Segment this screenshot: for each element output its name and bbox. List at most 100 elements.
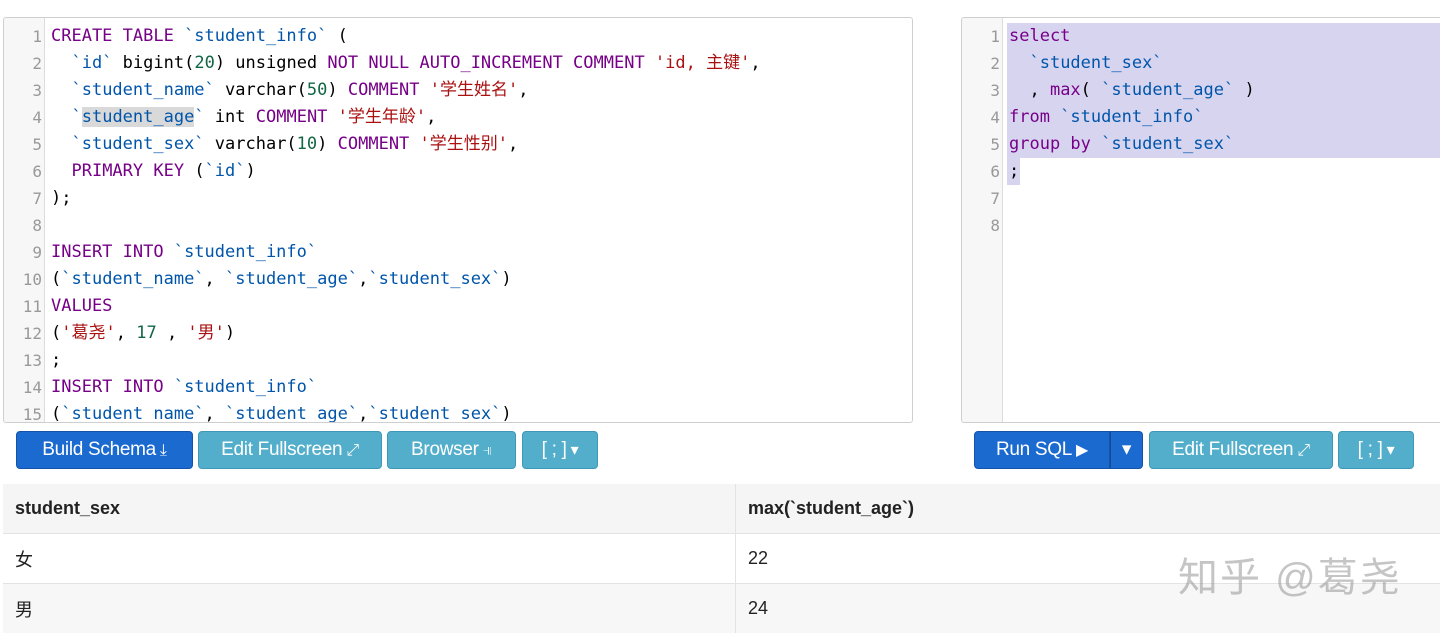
code-token: NOT NULL AUTO_INCREMENT COMMENT: [327, 53, 655, 73]
code-token: bigint(: [112, 53, 194, 73]
code-token: int: [205, 107, 256, 127]
code-token: 'id, 主键': [655, 53, 750, 73]
code-token: 17: [136, 323, 156, 343]
code-token: `student_name`: [71, 80, 214, 100]
code-line: 7: [962, 185, 1440, 212]
line-number: 13: [4, 347, 42, 374]
code-token: ): [246, 161, 256, 181]
run-sql-dropdown-button[interactable]: ▾: [1110, 431, 1143, 469]
code-token: select: [1009, 26, 1070, 46]
code-token: 10: [297, 134, 317, 154]
code-line: 14INSERT INTO `student_info`: [4, 374, 912, 401]
line-number: 1: [962, 23, 1000, 50]
delimiter-dropdown-button-2[interactable]: [ ; ]▾: [1338, 431, 1414, 469]
code-line: 4 `student_age` int COMMENT '学生年龄',: [4, 104, 912, 131]
code-token: varchar(: [205, 134, 297, 154]
code-token: `student_age`: [225, 269, 358, 289]
code-line: 2 `id` bigint(20) unsigned NOT NULL AUTO…: [4, 50, 912, 77]
code-line: 1 select: [962, 23, 1440, 50]
code-token: group by: [1009, 134, 1101, 154]
code-token: 20: [194, 53, 214, 73]
code-line: 2 `student_sex`: [962, 50, 1440, 77]
line-number: 14: [4, 374, 42, 401]
code-text: `id` bigint(20) unsigned NOT NULL AUTO_I…: [51, 50, 761, 77]
schema-editor[interactable]: 1 CREATE TABLE `student_info` (2 `id` big…: [3, 17, 913, 423]
code-token: `student_sex`: [1029, 53, 1162, 73]
line-number: 8: [962, 212, 1000, 239]
code-token: ,: [426, 107, 436, 127]
edit-fullscreen-button-2[interactable]: Edit Fullscreen⤢: [1149, 431, 1333, 469]
code-line: 3 `student_name` varchar(50) COMMENT '学生…: [4, 77, 912, 104]
run-sql-button[interactable]: Run SQL▶: [974, 431, 1110, 469]
build-schema-button[interactable]: Build Schema⤓: [16, 431, 193, 469]
code-token: `id`: [71, 53, 112, 73]
code-token: ,: [358, 269, 368, 289]
line-number: 7: [962, 185, 1000, 212]
line-number: 10: [4, 266, 42, 293]
code-token: '学生年龄': [338, 107, 426, 127]
code-token: `: [71, 107, 81, 127]
line-number: 15: [4, 401, 42, 423]
code-line: 9INSERT INTO `student_info`: [4, 239, 912, 266]
code-token: );: [51, 188, 71, 208]
table-cell: 女: [3, 534, 736, 584]
code-line: 7);: [4, 185, 912, 212]
code-token: ): [225, 323, 235, 343]
code-token: `student_info`: [1060, 107, 1203, 127]
code-token: `student_age`: [225, 404, 358, 423]
code-token: `student_info`: [184, 26, 327, 46]
code-token: (: [327, 26, 347, 46]
code-text: PRIMARY KEY (`id`): [51, 158, 256, 185]
code-token: `student_sex`: [368, 269, 501, 289]
play-icon: ▶: [1076, 442, 1088, 459]
code-token: `id`: [205, 161, 246, 181]
edit-fullscreen-button[interactable]: Edit Fullscreen⤢: [198, 431, 382, 469]
line-number: 3: [962, 77, 1000, 104]
code-text: CREATE TABLE `student_info` (: [51, 23, 348, 50]
line-number: 11: [4, 293, 42, 320]
code-lines: 1select2 `student_sex`3 , max( `student_…: [962, 23, 1440, 239]
code-token: CREATE TABLE: [51, 26, 184, 46]
code-token: '男': [187, 323, 224, 343]
code-token: varchar(: [215, 80, 307, 100]
code-token: ;: [1009, 161, 1019, 181]
code-token: VALUES: [51, 296, 112, 316]
code-line: 5 `student_sex` varchar(10) COMMENT '学生性…: [4, 131, 912, 158]
code-text: );: [51, 185, 71, 212]
table-cell: 男: [3, 584, 736, 633]
download-icon: ⤓: [160, 442, 167, 459]
caret-down-icon: ▾: [1122, 439, 1131, 460]
code-token: `student_sex`: [368, 404, 501, 423]
code-token: (: [1081, 80, 1101, 100]
browser-button[interactable]: Browser⫣: [387, 431, 516, 469]
code-token: INSERT INTO: [51, 377, 174, 397]
code-text: INSERT INTO `student_info`: [51, 239, 317, 266]
column-header: max(`student_age`): [736, 484, 1440, 534]
query-editor[interactable]: 1select2 `student_sex`3 , max( `student_…: [961, 17, 1440, 423]
watermark: 知乎 @葛尧: [1178, 545, 1402, 603]
code-text: (`student_name`, `student_age`,`student_…: [51, 401, 512, 423]
code-token: [51, 161, 71, 181]
line-number: 3: [4, 77, 42, 104]
code-token: ): [501, 269, 511, 289]
edit-fullscreen-label: Edit Fullscreen: [221, 439, 342, 460]
code-token: ,: [518, 80, 528, 100]
code-token: (: [51, 323, 61, 343]
code-line: 6 PRIMARY KEY (`id`): [4, 158, 912, 185]
code-lines: 1 CREATE TABLE `student_info` (2 `id` big…: [4, 23, 912, 423]
line-number: 2: [962, 50, 1000, 77]
code-token: from: [1009, 107, 1060, 127]
browser-label: Browser: [411, 439, 479, 460]
code-text: ;: [1009, 158, 1019, 185]
code-token: ,: [358, 404, 368, 423]
delimiter-dropdown-button[interactable]: [ ; ]▾: [522, 431, 598, 469]
code-line: 11 VALUES: [4, 293, 912, 320]
line-number: 1: [4, 23, 42, 50]
code-token: '葛尧': [61, 323, 115, 343]
column-header: student_sex: [3, 484, 736, 534]
code-token: ,: [750, 53, 760, 73]
expand-icon: ⤢: [346, 442, 359, 459]
code-line: 8: [962, 212, 1440, 239]
code-token: `student_name`: [61, 269, 204, 289]
line-number: 7: [4, 185, 42, 212]
